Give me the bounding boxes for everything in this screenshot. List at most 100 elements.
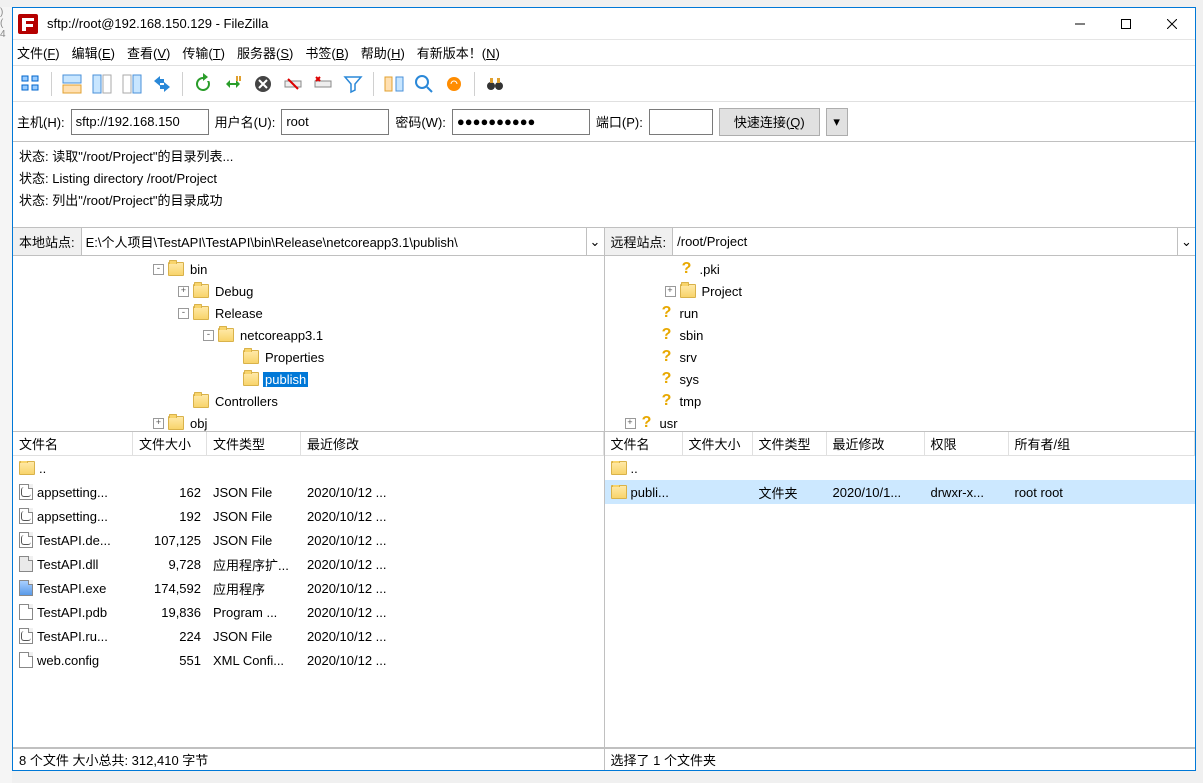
- tree-spacer: [665, 264, 676, 275]
- remote-tree[interactable]: ?.pki + Project ?run?sbin?srv?sys?tmp+?usr: [605, 256, 1196, 432]
- unknown-icon: ?: [660, 370, 674, 388]
- quickconnect-dropdown[interactable]: ▾: [826, 108, 848, 136]
- tb-sitemanager[interactable]: [17, 70, 45, 98]
- tree-node[interactable]: publish: [13, 368, 604, 390]
- remote-site-label: 远程站点:: [605, 228, 674, 255]
- col-type[interactable]: 文件类型: [207, 432, 301, 455]
- tree-node[interactable]: ?sys: [605, 368, 1196, 390]
- file-row[interactable]: ..: [13, 456, 604, 480]
- tree-node[interactable]: -bin: [13, 258, 604, 280]
- file-owner-cell: root root: [1009, 485, 1196, 500]
- file-row[interactable]: publi...文件夹2020/10/1...drwxr-x...root ro…: [605, 480, 1196, 504]
- remote-filelist[interactable]: 文件名 文件大小 文件类型 最近修改 权限 所有者/组 ..publi...文件…: [605, 432, 1196, 747]
- tree-label: Project: [700, 284, 744, 299]
- tb-toggle-queue[interactable]: [148, 70, 176, 98]
- tb-refresh[interactable]: [189, 70, 217, 98]
- collapse-icon[interactable]: -: [203, 330, 214, 341]
- menu-file[interactable]: 文件(F): [17, 43, 60, 62]
- tree-label: Controllers: [213, 394, 280, 409]
- tb-search[interactable]: [440, 70, 468, 98]
- tb-syncbrowse[interactable]: [410, 70, 438, 98]
- col-mod[interactable]: 最近修改: [301, 432, 604, 455]
- file-row[interactable]: TestAPI.de...107,125JSON File2020/10/12 …: [13, 528, 604, 552]
- file-row[interactable]: TestAPI.ru...224JSON File2020/10/12 ...: [13, 624, 604, 648]
- file-name-cell: TestAPI.dll: [13, 556, 133, 572]
- user-input[interactable]: [281, 109, 389, 135]
- close-button[interactable]: [1149, 9, 1195, 39]
- file-mod-cell: 2020/10/12 ...: [301, 629, 604, 644]
- menu-edit[interactable]: 编辑(E): [72, 43, 115, 62]
- menu-view[interactable]: 查看(V): [127, 43, 170, 62]
- tree-node[interactable]: ?srv: [605, 346, 1196, 368]
- tree-node[interactable]: ?sbin: [605, 324, 1196, 346]
- file-row[interactable]: TestAPI.pdb19,836Program ...2020/10/12 .…: [13, 600, 604, 624]
- tb-filter[interactable]: [339, 70, 367, 98]
- file-size-cell: 551: [133, 653, 207, 668]
- expand-icon[interactable]: +: [153, 418, 164, 429]
- col-name[interactable]: 文件名: [13, 432, 133, 455]
- file-name-cell: TestAPI.exe: [13, 580, 133, 596]
- col-size[interactable]: 文件大小: [683, 432, 753, 455]
- file-row[interactable]: appsetting...192JSON File2020/10/12 ...: [13, 504, 604, 528]
- pass-input[interactable]: [452, 109, 590, 135]
- tb-compare[interactable]: [380, 70, 408, 98]
- col-mod[interactable]: 最近修改: [827, 432, 925, 455]
- tree-node[interactable]: +obj: [13, 412, 604, 432]
- tree-node[interactable]: Controllers: [13, 390, 604, 412]
- tree-node[interactable]: ?.pki: [605, 258, 1196, 280]
- expand-icon[interactable]: +: [625, 418, 636, 429]
- tree-node[interactable]: ?tmp: [605, 390, 1196, 412]
- menu-help[interactable]: 帮助(H): [361, 43, 405, 62]
- tree-node[interactable]: -Release: [13, 302, 604, 324]
- tree-node[interactable]: -netcoreapp3.1: [13, 324, 604, 346]
- collapse-icon[interactable]: -: [153, 264, 164, 275]
- local-filelist[interactable]: 文件名 文件大小 文件类型 最近修改 ..appsetting...162JSO…: [13, 432, 604, 747]
- log-line: 状态: 读取"/root/Project"的目录列表...: [19, 146, 1189, 168]
- tb-cancel[interactable]: [249, 70, 277, 98]
- tb-processqueue[interactable]: [219, 70, 247, 98]
- tb-toggle-remotetree[interactable]: [118, 70, 146, 98]
- tb-reconnect[interactable]: [309, 70, 337, 98]
- tree-node[interactable]: ?run: [605, 302, 1196, 324]
- quickconnect-button[interactable]: 快速连接(Q): [719, 108, 820, 136]
- tb-toggle-localtree[interactable]: [88, 70, 116, 98]
- remote-path-dropdown[interactable]: ⌄: [1177, 228, 1195, 255]
- tb-binoculars[interactable]: [481, 70, 509, 98]
- tb-toggle-log[interactable]: [58, 70, 86, 98]
- host-input[interactable]: [71, 109, 209, 135]
- file-row[interactable]: TestAPI.exe174,592应用程序2020/10/12 ...: [13, 576, 604, 600]
- expand-icon[interactable]: +: [178, 286, 189, 297]
- tree-node[interactable]: Properties: [13, 346, 604, 368]
- expand-icon[interactable]: +: [665, 286, 676, 297]
- col-size[interactable]: 文件大小: [133, 432, 207, 455]
- menu-transfer[interactable]: 传输(T): [182, 43, 225, 62]
- maximize-button[interactable]: [1103, 9, 1149, 39]
- menu-server[interactable]: 服务器(S): [237, 43, 293, 62]
- file-type-cell: Program ...: [207, 605, 301, 620]
- tree-node[interactable]: + Project: [605, 280, 1196, 302]
- local-path-input[interactable]: [82, 228, 586, 255]
- folder-icon: [243, 350, 259, 364]
- minimize-button[interactable]: [1057, 9, 1103, 39]
- file-row[interactable]: web.config551XML Confi...2020/10/12 ...: [13, 648, 604, 672]
- file-row[interactable]: TestAPI.dll9,728应用程序扩...2020/10/12 ...: [13, 552, 604, 576]
- tree-node[interactable]: +Debug: [13, 280, 604, 302]
- local-path-dropdown[interactable]: ⌄: [586, 228, 604, 255]
- tree-node[interactable]: +?usr: [605, 412, 1196, 432]
- file-row[interactable]: ..: [605, 456, 1196, 480]
- local-tree[interactable]: -bin+Debug-Release-netcoreapp3.1Properti…: [13, 256, 604, 432]
- menu-newversion[interactable]: 有新版本！(N): [417, 43, 500, 62]
- local-pane: 本地站点: ⌄ -bin+Debug-Release-netcoreapp3.1…: [13, 228, 604, 747]
- remote-path-input[interactable]: [673, 228, 1177, 255]
- message-log[interactable]: 状态: 读取"/root/Project"的目录列表... 状态: Listin…: [13, 142, 1195, 228]
- file-row[interactable]: appsetting...162JSON File2020/10/12 ...: [13, 480, 604, 504]
- col-owner[interactable]: 所有者/组: [1009, 432, 1196, 455]
- port-input[interactable]: [649, 109, 713, 135]
- collapse-icon[interactable]: -: [178, 308, 189, 319]
- menu-bookmark[interactable]: 书签(B): [305, 43, 348, 62]
- tb-disconnect[interactable]: [279, 70, 307, 98]
- file-name-cell: TestAPI.pdb: [13, 604, 133, 620]
- col-name[interactable]: 文件名: [605, 432, 683, 455]
- col-perm[interactable]: 权限: [925, 432, 1009, 455]
- col-type[interactable]: 文件类型: [753, 432, 827, 455]
